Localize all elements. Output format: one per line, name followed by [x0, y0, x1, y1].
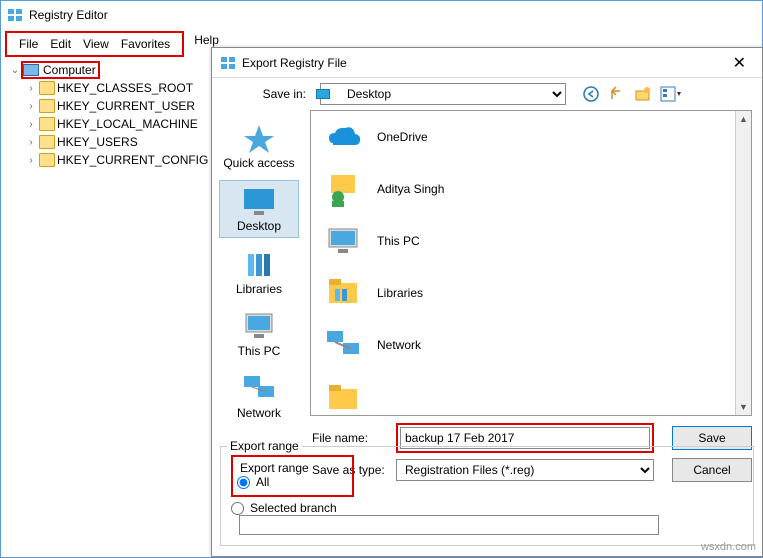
libraries-icon	[323, 275, 363, 311]
sidebar-quick-access[interactable]: Quick access	[219, 118, 299, 174]
regedit-icon	[7, 7, 23, 23]
menu-favorites[interactable]: Favorites	[115, 35, 176, 53]
network-icon	[323, 327, 363, 363]
folder-icon	[39, 135, 55, 149]
export-all-radio[interactable]: All	[237, 475, 312, 489]
list-item-label: OneDrive	[377, 130, 428, 144]
main-titlebar: Registry Editor	[1, 1, 762, 29]
sidebar-item-label: Desktop	[237, 219, 281, 233]
list-item[interactable]: Network	[311, 319, 751, 371]
main-window-title: Registry Editor	[29, 8, 108, 22]
sidebar-libraries[interactable]: Libraries	[219, 244, 299, 300]
folder-icon	[39, 81, 55, 95]
tree-key[interactable]: HKEY_CLASSES_ROOT	[57, 81, 193, 95]
radio-all[interactable]	[237, 476, 250, 489]
folder-icon	[39, 117, 55, 131]
export-range-group: Export range Export range All Selected b…	[220, 446, 754, 546]
expand-toggle[interactable]: ›	[25, 83, 37, 94]
back-icon[interactable]	[582, 85, 600, 103]
new-folder-icon[interactable]	[634, 85, 652, 103]
folder-icon	[39, 153, 55, 167]
pc-icon	[323, 223, 363, 259]
list-item-label: This PC	[377, 234, 420, 248]
list-item-label: Aditya Singh	[377, 182, 444, 196]
sidebar-network[interactable]: Network	[219, 368, 299, 424]
expand-toggle[interactable]: ›	[25, 155, 37, 166]
computer-icon	[23, 64, 39, 76]
user-icon	[323, 171, 363, 207]
tree-root-label[interactable]: Computer	[39, 63, 96, 77]
expand-toggle[interactable]: ›	[25, 101, 37, 112]
up-icon[interactable]	[608, 85, 626, 103]
expand-toggle[interactable]: ⌄	[9, 65, 21, 76]
sidebar-item-label: Quick access	[223, 156, 294, 170]
filename-label: File name:	[312, 431, 388, 445]
view-menu-icon[interactable]	[660, 85, 678, 103]
list-item[interactable]	[311, 371, 751, 416]
branch-path-input[interactable]	[239, 515, 659, 535]
scroll-down-icon[interactable]: ▼	[736, 399, 751, 415]
export-range-label-inner: Export range	[237, 461, 312, 475]
sidebar-item-label: This PC	[238, 344, 281, 358]
scroll-up-icon[interactable]: ▲	[736, 111, 751, 127]
savein-label: Save in:	[222, 87, 306, 101]
places-sidebar: Quick access Desktop Libraries This PC N…	[212, 110, 306, 416]
sidebar-this-pc[interactable]: This PC	[219, 306, 299, 362]
list-item[interactable]: Aditya Singh	[311, 163, 751, 215]
menu-file[interactable]: File	[13, 35, 44, 53]
savein-dropdown[interactable]: Desktop	[320, 83, 566, 105]
close-button[interactable]: ✕	[725, 53, 754, 73]
tree-key[interactable]: HKEY_LOCAL_MACHINE	[57, 117, 198, 131]
dialog-title: Export Registry File	[242, 56, 347, 70]
export-range-label: Export range	[227, 439, 302, 453]
sidebar-item-label: Libraries	[236, 282, 282, 296]
radio-branch[interactable]	[231, 502, 244, 515]
folder-icon	[323, 379, 363, 415]
list-item-label: Libraries	[377, 286, 423, 300]
radio-label: All	[256, 475, 269, 489]
menu-edit[interactable]: Edit	[44, 35, 77, 53]
file-list[interactable]: OneDrive Aditya Singh This PC Libraries …	[310, 110, 752, 416]
desktop-icon	[316, 89, 330, 99]
tree-key[interactable]: HKEY_CURRENT_CONFIG	[57, 153, 208, 167]
expand-toggle[interactable]: ›	[25, 137, 37, 148]
tree-key[interactable]: HKEY_CURRENT_USER	[57, 99, 195, 113]
tree-key[interactable]: HKEY_USERS	[57, 135, 138, 149]
list-item-label: Network	[377, 338, 421, 352]
list-item[interactable]: This PC	[311, 215, 751, 267]
sidebar-desktop[interactable]: Desktop	[219, 180, 299, 238]
menu-view[interactable]: View	[77, 35, 115, 53]
list-item[interactable]: OneDrive	[311, 111, 751, 163]
scrollbar[interactable]: ▲▼	[735, 111, 751, 415]
folder-icon	[39, 99, 55, 113]
onedrive-icon	[323, 119, 363, 155]
list-item[interactable]: Libraries	[311, 267, 751, 319]
export-branch-radio[interactable]: Selected branch	[231, 501, 743, 515]
expand-toggle[interactable]: ›	[25, 119, 37, 130]
radio-label: Selected branch	[250, 501, 337, 515]
export-dialog: Export Registry File ✕ Save in: Desktop …	[211, 47, 763, 557]
dialog-titlebar: Export Registry File ✕	[212, 48, 762, 78]
watermark: wsxdn.com	[701, 541, 756, 553]
regedit-icon	[220, 55, 236, 71]
sidebar-item-label: Network	[237, 406, 281, 420]
